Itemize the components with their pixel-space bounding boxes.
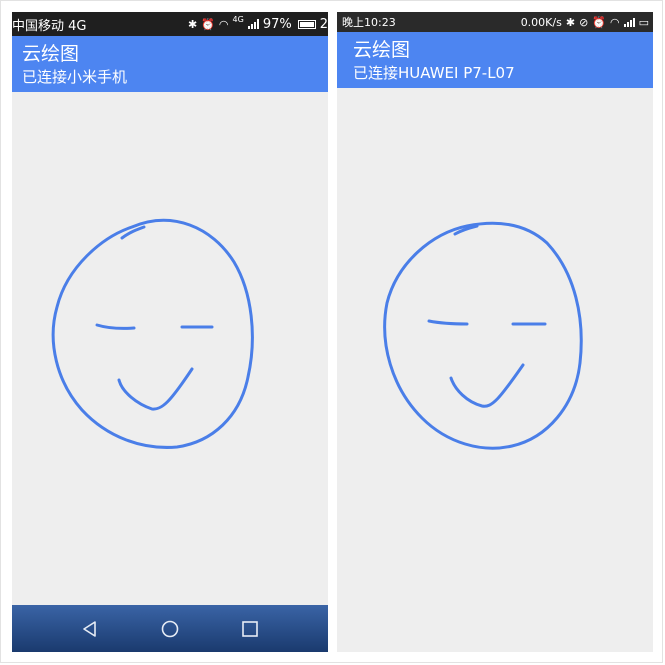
back-triangle-icon — [83, 620, 96, 637]
left-eye-stroke — [95, 323, 136, 330]
drawing-canvas[interactable] — [12, 92, 328, 605]
wifi-icon: ◠ — [609, 15, 620, 29]
status-time: 晚上10:23 — [342, 16, 396, 29]
battery-percent: 97% — [262, 16, 292, 32]
status-overflow: 2 — [319, 16, 328, 32]
smile-stroke — [449, 363, 525, 408]
status-bar: 中国移动 4G ✱ ⏰ ◠ 4G 97% 2 — [12, 12, 328, 36]
app-bar: 云绘图 已连接小米手机 — [12, 36, 328, 92]
app-title: 云绘图 — [22, 43, 80, 65]
app-title: 云绘图 — [353, 39, 411, 61]
drawing-canvas[interactable] — [337, 88, 653, 652]
app-bar: 云绘图 已连接HUAWEI P7-L07 — [337, 32, 653, 88]
home-circle-icon — [161, 620, 179, 637]
battery-icon: ▭ — [638, 15, 649, 29]
alarm-icon: ⏰ — [201, 17, 215, 31]
home-button[interactable] — [158, 617, 182, 641]
smile-stroke — [117, 367, 194, 411]
left-phone-screen: 中国移动 4G ✱ ⏰ ◠ 4G 97% 2 云绘图 已连接小米手机 — [12, 12, 328, 652]
back-button[interactable] — [78, 617, 102, 641]
battery-icon — [297, 19, 316, 29]
alarm-icon: ⏰ — [592, 15, 606, 29]
right-phone-screen: 晚上10:23 0.00K/s ✱ ⊘ ⏰ ◠ ▭ 云绘图 已连接HUAWEI … — [337, 12, 653, 652]
bluetooth-icon: ✱ — [187, 17, 198, 31]
network-badge: 4G — [232, 15, 244, 24]
connection-status: 已连接HUAWEI P7-L07 — [353, 64, 515, 82]
recents-square-icon — [242, 620, 258, 637]
recents-button[interactable] — [238, 617, 262, 641]
signal-icon — [623, 17, 635, 27]
wifi-icon: ◠ — [218, 17, 229, 31]
status-bar: 晚上10:23 0.00K/s ✱ ⊘ ⏰ ◠ ▭ — [337, 12, 653, 32]
navigation-bar — [12, 605, 328, 652]
left-eye-stroke — [427, 319, 469, 326]
carrier-label: 中国移动 4G — [12, 18, 87, 34]
face-outline-stroke — [383, 221, 583, 450]
face-outline-stroke — [51, 218, 254, 449]
connection-status: 已连接小米手机 — [22, 68, 128, 86]
signal-icon — [247, 19, 259, 29]
mute-icon: ⊘ — [579, 15, 589, 29]
bluetooth-icon: ✱ — [565, 15, 576, 29]
net-speed: 0.00K/s — [520, 15, 562, 29]
